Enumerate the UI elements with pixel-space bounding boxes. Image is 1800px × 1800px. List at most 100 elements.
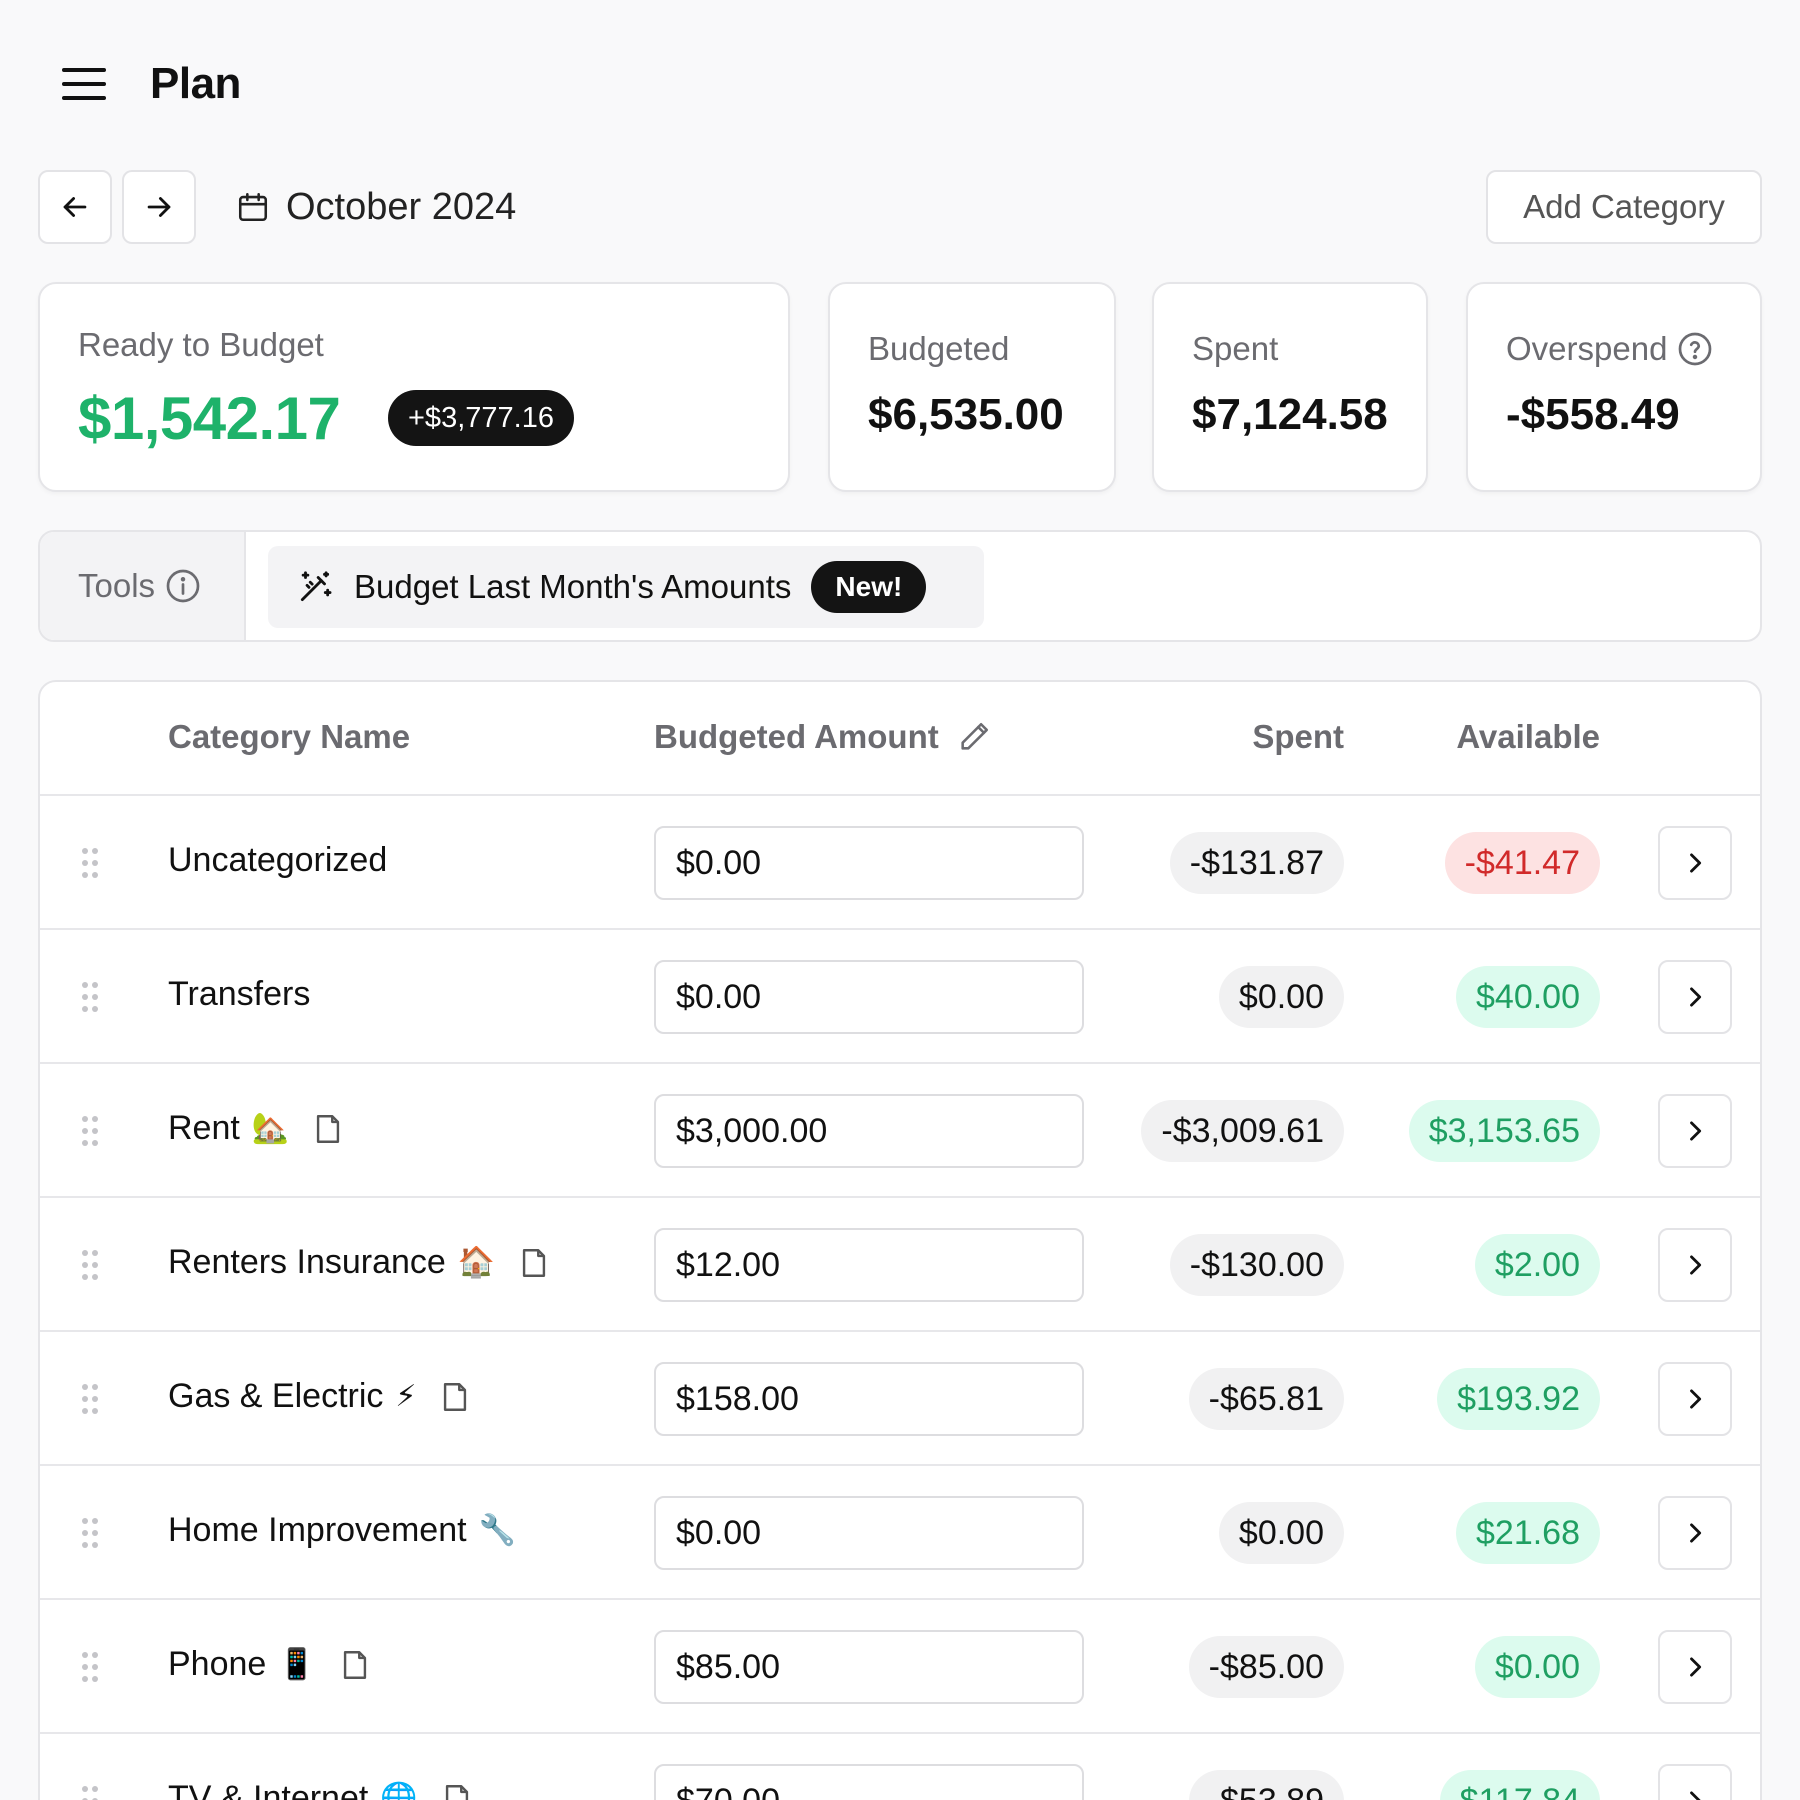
available-amount: $117.84	[1439, 1770, 1600, 1800]
drag-handle-icon[interactable]	[80, 1382, 100, 1416]
category-name-cell[interactable]: TV & Internet 🌐	[168, 1779, 474, 1800]
budgeted-value: $6,535.00	[868, 390, 1064, 439]
table-row: Renters Insurance 🏠 -$130.00 $2.00	[40, 1198, 1760, 1332]
previous-month-button[interactable]	[38, 170, 112, 244]
tools-label: Tools	[78, 567, 156, 604]
chevron-right-icon	[1681, 1251, 1709, 1279]
drag-handle-icon[interactable]	[80, 1784, 100, 1800]
available-amount: $193.92	[1437, 1368, 1600, 1430]
available-amount: $40.00	[1456, 966, 1600, 1028]
add-category-button[interactable]: Add Category	[1486, 170, 1762, 244]
category-name: TV & Internet	[168, 1779, 369, 1800]
spent-card: Spent $7,124.58	[1152, 282, 1428, 492]
spent-amount: -$3,009.61	[1141, 1100, 1344, 1162]
available-amount: $0.00	[1474, 1636, 1600, 1698]
month-selector[interactable]: October 2024	[236, 176, 516, 238]
note-icon[interactable]	[440, 1782, 474, 1800]
row-details-button[interactable]	[1658, 826, 1732, 900]
note-icon[interactable]	[517, 1246, 551, 1280]
budgeted-amount-input[interactable]	[654, 826, 1084, 900]
category-name-cell[interactable]: Uncategorized	[168, 841, 387, 880]
category-name: Renters Insurance	[168, 1243, 446, 1281]
arrow-right-icon	[142, 190, 176, 224]
table-row: Home Improvement 🔧 $0.00 $21.68	[40, 1466, 1760, 1600]
table-row: Rent 🏡 -$3,009.61 $3,153.65	[40, 1064, 1760, 1198]
info-circle-icon[interactable]	[165, 568, 201, 604]
budgeted-amount-header: Budgeted Amount	[654, 718, 939, 755]
category-emoji: 🏠	[457, 1246, 496, 1279]
note-icon[interactable]	[438, 1380, 472, 1414]
spent-value: $7,124.58	[1192, 390, 1388, 439]
budget-table: Category Name Budgeted Amount Spent Avai…	[38, 680, 1762, 1800]
row-details-button[interactable]	[1658, 1094, 1732, 1168]
ready-to-budget-card: Ready to Budget $1,542.17 +$3,777.16	[38, 282, 790, 492]
category-name-cell[interactable]: Rent 🏡	[168, 1109, 345, 1148]
next-month-button[interactable]	[122, 170, 196, 244]
category-name: Rent	[168, 1109, 240, 1147]
table-row: TV & Internet 🌐 -$53.89 $117.84	[40, 1734, 1760, 1800]
available-header: Available	[1456, 718, 1600, 755]
table-row: Transfers $0.00 $40.00	[40, 930, 1760, 1064]
category-name: Gas & Electric	[168, 1377, 384, 1415]
magic-wand-icon	[296, 568, 334, 606]
category-emoji: 🌐	[380, 1782, 418, 1800]
table-row: Uncategorized -$131.87 -$41.47	[40, 796, 1760, 930]
drag-handle-icon[interactable]	[80, 1516, 100, 1550]
row-details-button[interactable]	[1658, 1228, 1732, 1302]
chevron-right-icon	[1681, 1653, 1709, 1681]
spent-amount: $0.00	[1218, 1502, 1344, 1564]
row-details-button[interactable]	[1658, 1496, 1732, 1570]
row-details-button[interactable]	[1658, 1630, 1732, 1704]
chevron-right-icon	[1681, 1385, 1709, 1413]
budgeted-amount-input[interactable]	[654, 1228, 1084, 1302]
category-name-cell[interactable]: Transfers	[168, 975, 310, 1014]
overspend-label: Overspend	[1506, 330, 1668, 367]
tools-label-cell: Tools	[40, 532, 246, 640]
budgeted-amount-input[interactable]	[654, 960, 1084, 1034]
note-icon[interactable]	[338, 1648, 372, 1682]
budgeted-label: Budgeted	[868, 330, 1010, 367]
row-details-button[interactable]	[1658, 1764, 1732, 1800]
budgeted-amount-input[interactable]	[654, 1496, 1084, 1570]
drag-handle-icon[interactable]	[80, 980, 100, 1014]
chevron-right-icon	[1681, 1117, 1709, 1145]
ready-to-budget-value: $1,542.17	[78, 385, 341, 452]
table-row: Phone 📱 -$85.00 $0.00	[40, 1600, 1760, 1734]
budgeted-amount-input[interactable]	[654, 1362, 1084, 1436]
calendar-icon	[236, 189, 270, 225]
category-name-cell[interactable]: Phone 📱	[168, 1645, 372, 1684]
category-emoji: 🔧	[478, 1514, 516, 1547]
budgeted-amount-header-wrap: Budgeted Amount	[654, 718, 991, 756]
hamburger-menu-icon[interactable]	[62, 66, 106, 102]
note-icon[interactable]	[311, 1112, 345, 1146]
category-emoji: 🏡	[251, 1112, 290, 1145]
overspend-label-wrap: Overspend	[1506, 330, 1713, 368]
category-emoji: 📱	[278, 1648, 316, 1681]
drag-handle-icon[interactable]	[80, 1248, 100, 1282]
row-details-button[interactable]	[1658, 960, 1732, 1034]
budgeted-amount-input[interactable]	[654, 1630, 1084, 1704]
overspend-value: -$558.49	[1506, 390, 1680, 439]
budgeted-amount-input[interactable]	[654, 1094, 1084, 1168]
page-title: Plan	[150, 59, 241, 108]
budgeted-amount-input[interactable]	[654, 1764, 1084, 1800]
category-name-cell[interactable]: Gas & Electric ⚡	[168, 1377, 472, 1416]
drag-handle-icon[interactable]	[80, 846, 100, 880]
drag-handle-icon[interactable]	[80, 1650, 100, 1684]
row-details-button[interactable]	[1658, 1362, 1732, 1436]
question-circle-icon[interactable]	[1677, 331, 1713, 367]
spent-header: Spent	[1252, 718, 1344, 755]
overspend-card: Overspend -$558.49	[1466, 282, 1762, 492]
ready-to-budget-delta-badge: +$3,777.16	[388, 390, 574, 446]
spent-label: Spent	[1192, 330, 1279, 367]
category-name: Transfers	[168, 975, 311, 1013]
budget-last-month-label: Budget Last Month's Amounts	[354, 568, 792, 605]
category-name-cell[interactable]: Renters Insurance 🏠	[168, 1243, 551, 1282]
chevron-right-icon	[1681, 1787, 1709, 1800]
drag-handle-icon[interactable]	[80, 1114, 100, 1148]
category-name-cell[interactable]: Home Improvement 🔧	[168, 1511, 516, 1550]
pencil-icon[interactable]	[957, 720, 991, 754]
ready-to-budget-label: Ready to Budget	[78, 326, 324, 363]
budget-last-month-button[interactable]: Budget Last Month's Amounts New!	[268, 546, 984, 628]
arrow-left-icon	[58, 190, 92, 224]
